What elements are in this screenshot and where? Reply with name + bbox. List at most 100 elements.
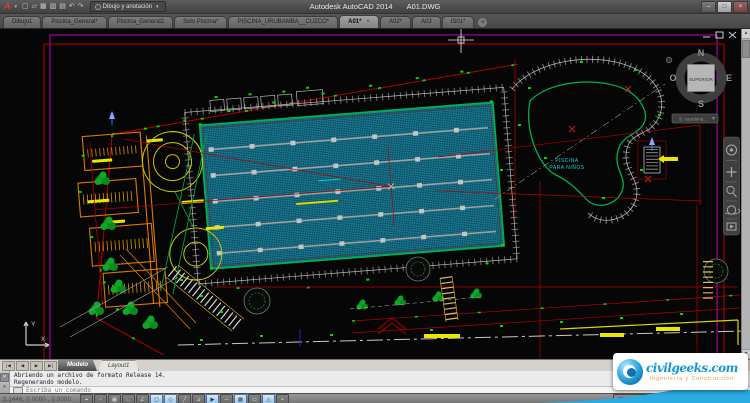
ucs-dropdown-label: S. coordena...	[679, 117, 707, 122]
viewcube[interactable]: N S E O SUPERIOR	[666, 48, 732, 109]
tab-model[interactable]: Modelo	[58, 360, 97, 371]
toggle-otrack[interactable]: ╱	[178, 394, 191, 403]
file-tab-label: Piscina_General*	[51, 19, 97, 25]
close-button[interactable]: ×	[733, 1, 748, 13]
file-tab-label: IS01*	[451, 19, 466, 25]
crosshair-cursor	[448, 29, 474, 53]
autocad-logo-icon[interactable]: A	[4, 0, 11, 13]
workspace-gear-icon	[95, 4, 101, 10]
command-close-icon[interactable]: ×	[0, 373, 9, 382]
file-tab-a02[interactable]: A02*	[380, 16, 411, 28]
annotation-scale-button[interactable]: ▤	[678, 394, 691, 403]
file-tab-label: Dibujo1	[12, 19, 32, 25]
toggle-ducs[interactable]: ⊿	[192, 394, 205, 403]
status-bar: 2.1446, 0.0000 , 0.0000 ⌖ ▫ ▦ ∟ ∠ ◻ ◇ ╱ …	[0, 393, 750, 403]
annotation-visibility-button[interactable]: ▥	[692, 394, 705, 403]
kids-pool-label: PARA NIÑOS	[549, 164, 584, 171]
viewcube-face-label[interactable]: SUPERIOR	[689, 77, 713, 82]
new-file-icon[interactable]: ▢	[22, 1, 29, 13]
file-tab-dibujo1[interactable]: Dibujo1	[3, 16, 41, 28]
scrollbar-thumb[interactable]	[742, 40, 750, 58]
save-icon[interactable]: ▦	[40, 1, 47, 13]
ucs-dropdown[interactable]: S. coordena...	[672, 114, 718, 123]
plot-icon[interactable]: ▤	[59, 1, 66, 13]
site-plan	[71, 64, 538, 359]
quick-view-drawings-button[interactable]: ◧	[650, 394, 663, 403]
ucs-x-label: X	[41, 336, 46, 343]
first-layout-button[interactable]: |◀	[2, 361, 15, 371]
toggle-snap[interactable]: ▫	[94, 394, 107, 403]
file-tab-piscina-general[interactable]: Piscina_General*	[42, 16, 106, 28]
file-tab-piscina-general2[interactable]: Piscina_General2	[108, 16, 173, 28]
file-tab-is01[interactable]: IS01*	[442, 16, 475, 28]
doc-close-icon[interactable]	[729, 32, 736, 38]
command-tools-icon[interactable]: ⚙	[1, 384, 8, 391]
navigation-bar[interactable]	[724, 137, 740, 235]
last-layout-button[interactable]: ▶|	[44, 361, 57, 371]
toggle-3dosnap[interactable]: ◇	[164, 394, 177, 403]
minimize-button[interactable]: –	[701, 1, 716, 13]
toggle-sc[interactable]: △	[262, 394, 275, 403]
new-tab-button[interactable]: +	[478, 18, 487, 27]
tab-close-icon[interactable]: ×	[366, 19, 370, 25]
save-as-icon[interactable]: ▧	[50, 1, 57, 13]
toggle-am[interactable]: +	[276, 394, 289, 403]
vertical-scrollbar[interactable]: ▲ ▼	[741, 29, 750, 359]
file-tab-label: Solo Piscina*	[183, 19, 218, 25]
toggle-lwt[interactable]: ─	[220, 394, 233, 403]
workspace-selector[interactable]: Dibujo y anotación ▾	[90, 1, 166, 12]
scroll-up-icon[interactable]: ▲	[742, 29, 750, 39]
autoscale-button[interactable]: ◩	[706, 394, 719, 403]
hatched-trees	[244, 257, 728, 314]
undo-icon[interactable]: ↶	[69, 1, 75, 13]
file-tab-a01[interactable]: A01* ×	[339, 15, 379, 28]
ucs-icon: Y X	[24, 321, 49, 347]
drawing-canvas[interactable]: PISCINA PARA NIÑOS	[0, 29, 750, 359]
command-gutter: × ⚙	[0, 371, 10, 393]
viewcube-north[interactable]: N	[698, 48, 705, 58]
watermark-brand: civilgeeks.com	[646, 362, 738, 375]
toggle-ortho[interactable]: ∟	[122, 394, 135, 403]
autocad-window: A ▾ ▢ ▱ ▦ ▧ ▤ ↶ ↷ Dibujo y anotación ▾ A…	[0, 0, 750, 403]
file-tab-a03[interactable]: A03	[412, 16, 441, 28]
model-space-button[interactable]: MODELO	[613, 394, 649, 403]
viewcube-home-icon[interactable]	[666, 57, 672, 63]
file-tab-label: A02*	[389, 19, 402, 25]
toggle-dyn[interactable]: ▶	[206, 394, 219, 403]
civilgeeks-sphere-icon	[617, 359, 643, 385]
app-menu-chevron-down-icon[interactable]: ▾	[15, 4, 18, 10]
redo-icon[interactable]: ↷	[78, 1, 84, 13]
file-tab-label: A03	[421, 19, 432, 25]
file-tab-label: PISCINA_URUBAMBA__CUZCO*	[237, 19, 329, 25]
open-file-icon[interactable]: ▱	[32, 1, 37, 13]
window-controls: – □ ×	[701, 1, 748, 13]
file-tab-bar: Dibujo1 Piscina_General* Piscina_General…	[0, 14, 750, 29]
file-tab-piscina-urubamba-cuzco[interactable]: PISCINA_URUBAMBA__CUZCO*	[228, 16, 338, 28]
watermark-tagline: Ingeniería y Construcción	[650, 376, 734, 382]
toggle-grid[interactable]: ▦	[108, 394, 121, 403]
coordinates-readout[interactable]: 2.1446, 0.0000 , 0.0000	[3, 397, 79, 403]
viewcube-east[interactable]: E	[726, 73, 732, 83]
toggle-osnap[interactable]: ◻	[150, 394, 163, 403]
workspace-label: Dibujo y anotación	[103, 4, 152, 10]
toggle-infer[interactable]: ⌖	[80, 394, 93, 403]
toggle-tpy[interactable]: ▩	[234, 394, 247, 403]
file-tab-solo-piscina[interactable]: Solo Piscina*	[174, 16, 227, 28]
viewcube-west[interactable]: O	[669, 73, 676, 83]
quick-access-toolbar: ▢ ▱ ▦ ▧ ▤ ↶ ↷	[22, 1, 84, 13]
toggle-qp[interactable]: ▭	[248, 394, 261, 403]
maximize-button[interactable]: □	[717, 1, 732, 13]
clean-screen-button[interactable]	[736, 394, 747, 403]
prev-layout-button[interactable]: ◀	[16, 361, 29, 371]
toggle-polar[interactable]: ∠	[136, 394, 149, 403]
tab-layout1[interactable]: Layout1	[98, 360, 139, 372]
file-tab-label: A01*	[348, 19, 361, 25]
app-name: Autodesk AutoCAD 2014	[310, 2, 393, 11]
next-layout-button[interactable]: ▶	[30, 361, 43, 371]
cad-drawing[interactable]: PISCINA PARA NIÑOS	[0, 29, 750, 359]
viewcube-south[interactable]: S	[698, 99, 704, 109]
main-pool	[200, 102, 504, 269]
workspace-chevron-down-icon: ▾	[156, 4, 159, 10]
quick-view-layouts-button[interactable]: ◨	[664, 394, 677, 403]
workspace-switch-button[interactable]: ◪	[720, 394, 733, 403]
